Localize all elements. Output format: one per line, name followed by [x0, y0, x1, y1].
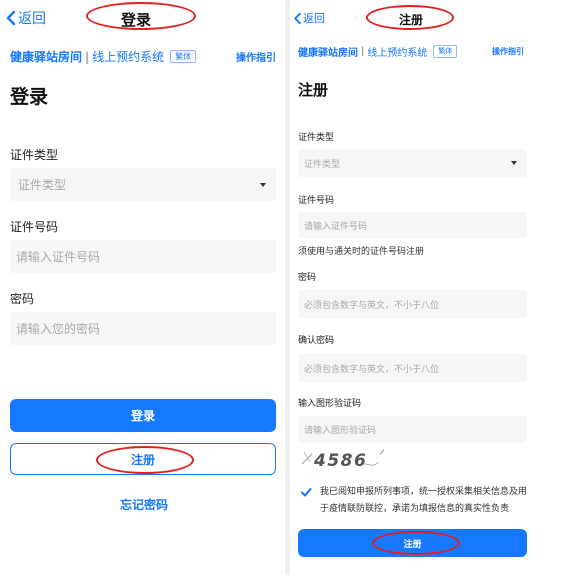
chevron-down-icon: [511, 161, 517, 165]
register-confirm-input[interactable]: 必须包含数字与英文，不小于八位: [298, 354, 527, 382]
agreement-text: 我已阅知申报所列事项，统一授权采集相关信息及用于疫情联防联控，承诺为填报信息的真…: [320, 487, 528, 514]
register-password-label: 密码: [298, 273, 317, 283]
brand-name: 健康驿站房间: [298, 48, 358, 59]
brand-name: 健康驿站房间: [10, 50, 83, 64]
annotation-circle: [366, 5, 454, 30]
password-placeholder: 必须包含数字与英文，不小于八位: [304, 300, 440, 311]
brand-system: 线上预约系统: [367, 48, 428, 59]
register-brand: 健康驿站房间 | 线上预约系统 繁体: [298, 44, 458, 59]
brand-separator: |: [85, 49, 90, 64]
checkmark-icon[interactable]: [300, 486, 312, 498]
annotation-circle: [372, 531, 460, 555]
password-placeholder: 请输入您的密码: [16, 322, 101, 336]
register-captcha-label: 输入图形验证码: [298, 399, 362, 409]
id-number-placeholder: 请输入证件号码: [16, 250, 101, 264]
login-id-type-label: 证件类型: [10, 148, 59, 162]
annotation-circle: [96, 446, 194, 474]
register-confirm-label: 确认密码: [298, 336, 335, 346]
register-screen: 返回 注册 健康驿站房间 | 线上预约系统 繁体 操作指引 注册 证件类型 证件…: [290, 0, 537, 575]
register-id-type-label: 证件类型: [298, 133, 335, 143]
login-button[interactable]: 登录: [10, 399, 276, 432]
id-number-hint: 须使用与通关时的证件号码注册: [298, 247, 425, 257]
register-password-input[interactable]: 必须包含数字与英文，不小于八位: [298, 290, 527, 318]
register-heading: 注册: [298, 81, 329, 99]
login-password-input[interactable]: 请输入您的密码: [10, 312, 276, 345]
login-password-label: 密码: [10, 292, 35, 306]
id-type-placeholder: 证件类型: [18, 178, 67, 192]
id-type-placeholder: 证件类型: [304, 159, 341, 170]
chevron-left-icon: [294, 12, 301, 24]
register-id-type-select[interactable]: 证件类型: [298, 149, 527, 177]
login-back-button[interactable]: 返回: [4, 8, 46, 28]
lang-toggle[interactable]: 繁体: [433, 45, 458, 58]
login-id-type-select[interactable]: 证件类型: [10, 168, 276, 201]
id-number-placeholder: 请输入证件号码: [304, 221, 368, 232]
login-screen: 返回 登录 健康驿站房间 | 线上预约系统 繁体 操作指引 登录 证件类型 证件…: [0, 0, 285, 575]
lang-toggle[interactable]: 繁体: [170, 50, 197, 63]
register-back-button[interactable]: 返回: [292, 10, 325, 26]
brand-system: 线上预约系统: [92, 50, 165, 64]
login-heading: 登录: [10, 86, 49, 108]
login-id-number-label: 证件号码: [10, 220, 59, 234]
agreement: 我已阅知申报所列事项，统一授权采集相关信息及用于疫情联防联控，承诺为填报信息的真…: [300, 484, 532, 518]
chevron-left-icon: [6, 10, 16, 26]
login-guide-link[interactable]: 操作指引: [236, 49, 276, 64]
annotation-circle: [86, 2, 196, 30]
forgot-password-link[interactable]: 忘记密码: [120, 496, 168, 513]
captcha-image[interactable]: 4586: [300, 446, 390, 474]
register-id-number-input[interactable]: 请输入证件号码: [298, 212, 527, 238]
register-back-label: 返回: [303, 12, 325, 25]
login-back-label: 返回: [18, 11, 46, 27]
confirm-placeholder: 必须包含数字与英文，不小于八位: [304, 364, 440, 375]
chevron-down-icon: [260, 183, 266, 187]
brand-separator: |: [361, 46, 365, 57]
captcha-text: 4586: [313, 451, 367, 471]
captcha-placeholder: 请输入图形验证码: [304, 426, 377, 436]
register-guide-link[interactable]: 操作指引: [492, 46, 524, 57]
login-brand: 健康驿站房间 | 线上预约系统 繁体: [10, 48, 197, 65]
register-captcha-input[interactable]: 请输入图形验证码: [298, 416, 527, 443]
register-id-number-label: 证件号码: [298, 196, 335, 206]
login-id-number-input[interactable]: 请输入证件号码: [10, 240, 276, 273]
